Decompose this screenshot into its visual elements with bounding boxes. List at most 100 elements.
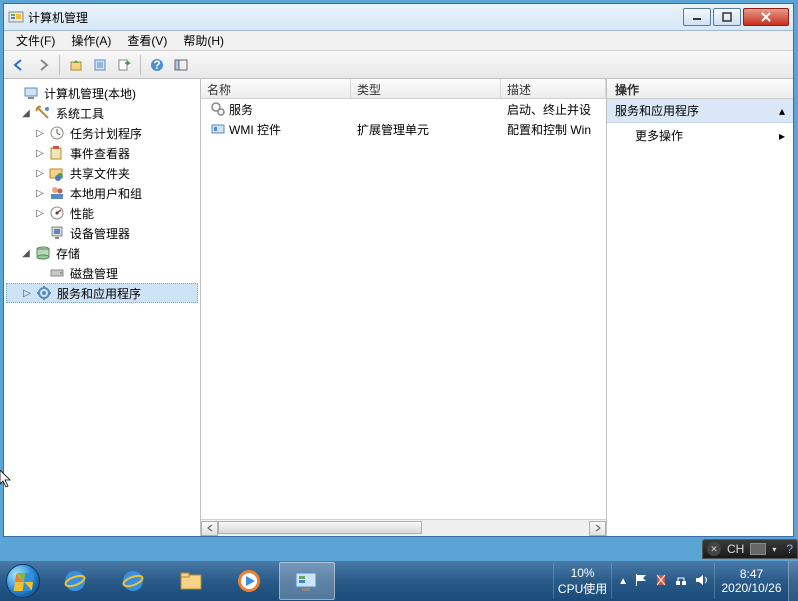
toolbar-separator xyxy=(59,55,60,75)
menubar: 文件(F) 操作(A) 查看(V) 帮助(H) xyxy=(4,31,793,51)
expander-icon[interactable]: ▷ xyxy=(34,168,46,179)
titlebar[interactable]: 计算机管理 xyxy=(4,4,793,31)
tree-label: 共享文件夹 xyxy=(68,165,132,182)
app-icon xyxy=(8,9,24,25)
clock-date: 2020/10/26 xyxy=(715,581,788,595)
menu-help[interactable]: 帮助(H) xyxy=(175,30,232,51)
expander-icon[interactable]: ▷ xyxy=(34,148,46,159)
cell-name: WMI 控件 xyxy=(201,121,351,138)
keyboard-icon[interactable] xyxy=(750,543,766,555)
tree-event-viewer[interactable]: ▷ 事件查看器 xyxy=(6,143,198,163)
expander-icon[interactable]: ◢ xyxy=(20,108,32,119)
langbar-close-icon[interactable]: ✕ xyxy=(707,542,721,556)
column-desc[interactable]: 描述 xyxy=(501,79,606,98)
langbar-dropdown-icon[interactable]: ▾ xyxy=(772,545,780,554)
tree-storage[interactable]: ◢ 存储 xyxy=(6,243,198,263)
expander-icon[interactable]: ◢ xyxy=(20,248,32,259)
device-icon xyxy=(49,225,65,241)
actions-pane: 操作 服务和应用程序 ▴ 更多操作 ▸ xyxy=(607,79,793,536)
column-type[interactable]: 类型 xyxy=(351,79,501,98)
taskbar-ie-2[interactable] xyxy=(105,562,161,600)
taskbar-ie-1[interactable] xyxy=(47,562,103,600)
taskbar-media-player[interactable] xyxy=(221,562,277,600)
actions-header: 操作 xyxy=(607,79,793,99)
cell-text: 服务 xyxy=(229,101,253,118)
network-icon[interactable] xyxy=(674,573,688,590)
cell-type: 扩展管理单元 xyxy=(351,121,501,138)
collapse-icon: ▴ xyxy=(779,104,785,118)
action-more[interactable]: 更多操作 ▸ xyxy=(607,123,793,148)
expander-icon[interactable]: ▷ xyxy=(34,208,46,219)
tree-services-apps[interactable]: ▷ 服务和应用程序 xyxy=(6,283,198,303)
volume-icon[interactable] xyxy=(694,573,708,590)
mmc-window: 计算机管理 文件(F) 操作(A) 查看(V) 帮助(H) ? 计算机管理(本地… xyxy=(3,3,794,537)
maximize-button[interactable] xyxy=(713,8,741,26)
list-row-services[interactable]: 服务 启动、终止并设 xyxy=(201,99,606,119)
tree-device-manager[interactable]: 设备管理器 xyxy=(6,223,198,243)
scroll-right-button[interactable] xyxy=(589,521,606,536)
langbar-help-icon[interactable]: ? xyxy=(786,542,793,556)
taskbar-mmc-active[interactable] xyxy=(279,562,335,600)
actions-group-title[interactable]: 服务和应用程序 ▴ xyxy=(607,99,793,123)
tree-performance[interactable]: ▷ 性能 xyxy=(6,203,198,223)
list-pane: 名称 类型 描述 服务 启动、终止并设 WMI 控件 xyxy=(201,79,607,536)
help-button[interactable]: ? xyxy=(146,54,168,76)
menu-file[interactable]: 文件(F) xyxy=(8,30,63,51)
disk-icon xyxy=(49,265,65,281)
tree-local-users[interactable]: ▷ 本地用户和组 xyxy=(6,183,198,203)
properties-button[interactable] xyxy=(89,54,111,76)
tray-chevron-icon[interactable]: ▲ xyxy=(618,576,628,587)
toolbar-separator xyxy=(140,55,141,75)
expander-icon[interactable]: ▷ xyxy=(34,188,46,199)
langbar-label[interactable]: CH xyxy=(727,542,744,556)
tree-label: 事件查看器 xyxy=(68,145,132,162)
language-bar[interactable]: ✕ CH ▾ ? xyxy=(702,539,798,559)
list-row-wmi[interactable]: WMI 控件 扩展管理单元 配置和控制 Win xyxy=(201,119,606,139)
close-button[interactable] xyxy=(743,8,789,26)
clock[interactable]: 8:47 2020/10/26 xyxy=(714,563,788,599)
horizontal-scrollbar[interactable] xyxy=(201,519,606,536)
tree-pane[interactable]: 计算机管理(本地) ◢ 系统工具 ▷ 任务计划程序 ▷ 事件查看器 ▷ 共享文件… xyxy=(4,79,201,536)
content-area: 计算机管理(本地) ◢ 系统工具 ▷ 任务计划程序 ▷ 事件查看器 ▷ 共享文件… xyxy=(4,79,793,536)
forward-button[interactable] xyxy=(32,54,54,76)
security-icon[interactable] xyxy=(654,573,668,590)
show-hide-tree-button[interactable] xyxy=(170,54,192,76)
list-header: 名称 类型 描述 xyxy=(201,79,606,99)
scroll-left-button[interactable] xyxy=(201,521,218,536)
tree-shared-folders[interactable]: ▷ 共享文件夹 xyxy=(6,163,198,183)
expander-icon[interactable]: ▷ xyxy=(34,128,46,139)
cpu-meter[interactable]: 10% CPU使用 xyxy=(553,563,611,599)
up-button[interactable] xyxy=(65,54,87,76)
scroll-track[interactable] xyxy=(218,521,589,536)
cell-desc: 启动、终止并设 xyxy=(501,101,606,118)
svg-text:?: ? xyxy=(153,58,160,72)
flag-icon[interactable] xyxy=(634,573,648,590)
list-body[interactable]: 服务 启动、终止并设 WMI 控件 扩展管理单元 配置和控制 Win xyxy=(201,99,606,519)
tray-icons: ▲ xyxy=(611,563,714,599)
tree-label: 磁盘管理 xyxy=(68,265,120,282)
taskbar[interactable]: 10% CPU使用 ▲ 8:47 2020/10/26 xyxy=(0,561,798,601)
back-button[interactable] xyxy=(8,54,30,76)
cpu-label: CPU使用 xyxy=(558,580,607,597)
tree-label: 本地用户和组 xyxy=(68,185,144,202)
export-button[interactable] xyxy=(113,54,135,76)
scroll-thumb[interactable] xyxy=(218,521,422,534)
start-button[interactable] xyxy=(0,561,46,601)
cell-text: WMI 控件 xyxy=(229,121,281,138)
tree-task-scheduler[interactable]: ▷ 任务计划程序 xyxy=(6,123,198,143)
expander-icon[interactable]: ▷ xyxy=(21,288,33,299)
tree-system-tools[interactable]: ◢ 系统工具 xyxy=(6,103,198,123)
tree-root[interactable]: 计算机管理(本地) xyxy=(6,83,198,103)
tree-disk-management[interactable]: 磁盘管理 xyxy=(6,263,198,283)
taskbar-explorer[interactable] xyxy=(163,562,219,600)
users-icon xyxy=(49,185,65,201)
column-name[interactable]: 名称 xyxy=(201,79,351,98)
cell-name: 服务 xyxy=(201,101,351,118)
minimize-button[interactable] xyxy=(683,8,711,26)
toolbar: ? xyxy=(4,51,793,79)
menu-view[interactable]: 查看(V) xyxy=(119,30,175,51)
menu-action[interactable]: 操作(A) xyxy=(63,30,119,51)
show-desktop-button[interactable] xyxy=(788,561,798,601)
tree-label: 存储 xyxy=(54,245,82,262)
storage-icon xyxy=(35,245,51,261)
